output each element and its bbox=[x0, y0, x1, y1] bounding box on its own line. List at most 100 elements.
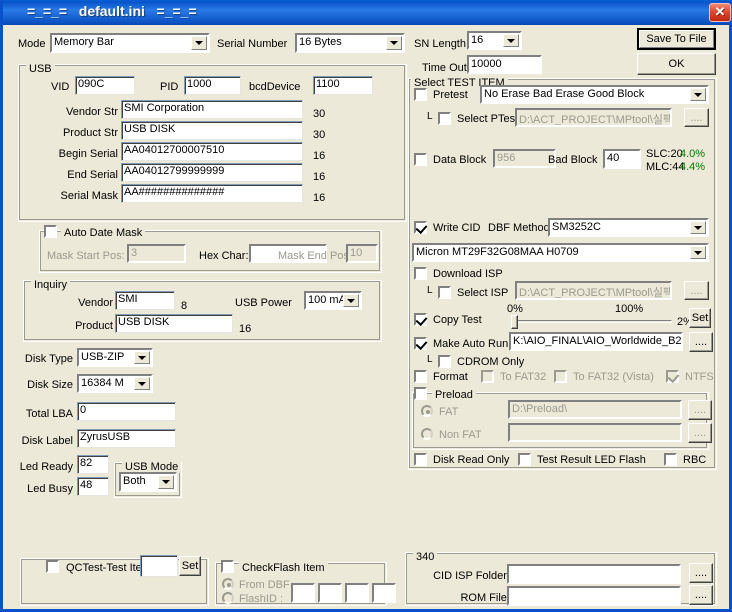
auto-date-mask-checkbox[interactable] bbox=[44, 225, 57, 238]
time-out-label: Time Out bbox=[422, 62, 467, 74]
cid340-caption: 340 bbox=[413, 552, 438, 563]
make-auto-run-path-input[interactable]: K:\AIO_FINAL\AIO_Worldwide_B20 bbox=[509, 332, 683, 351]
mask-end-pos-input[interactable]: 10 bbox=[346, 244, 378, 263]
data-block-input[interactable]: 956 bbox=[493, 149, 556, 168]
usb-mode-combobox[interactable]: Both bbox=[119, 472, 177, 492]
cid-isp-folder-browse-button[interactable]: .... bbox=[689, 563, 713, 583]
ntfs-checkbox[interactable] bbox=[666, 370, 679, 383]
chevron-down-icon[interactable] bbox=[690, 88, 706, 101]
serial-mask-input[interactable]: AA############## bbox=[121, 184, 303, 203]
cdrom-only-checkbox[interactable] bbox=[438, 355, 451, 368]
product-str-input[interactable]: USB DISK bbox=[121, 121, 303, 140]
save-to-file-button[interactable]: Save To File bbox=[637, 28, 716, 50]
preload-fat-browse-button[interactable]: .... bbox=[688, 400, 712, 420]
rbc-label: RBC bbox=[683, 454, 707, 466]
checkflash-flashid-byte-2[interactable] bbox=[345, 583, 369, 603]
ok-button[interactable]: OK bbox=[637, 53, 716, 75]
inquiry-vendor-input[interactable]: SMI bbox=[115, 291, 175, 310]
bcddevice-input[interactable]: 1100 bbox=[313, 76, 373, 95]
pretest-checkbox[interactable] bbox=[414, 88, 427, 101]
usb-power-combobox[interactable]: 100 mA bbox=[304, 291, 362, 310]
mode-combobox[interactable]: Memory Bar bbox=[50, 33, 210, 53]
flash-combobox[interactable]: Micron MT29F32G08MAA H0709 bbox=[412, 243, 709, 262]
write-cid-checkbox[interactable] bbox=[414, 221, 427, 234]
preload-fat-radio[interactable] bbox=[421, 405, 433, 417]
to-fat32-checkbox[interactable] bbox=[481, 370, 494, 383]
disk-read-only-checkbox[interactable] bbox=[414, 453, 427, 466]
vid-input[interactable]: 090C bbox=[75, 76, 135, 95]
close-button[interactable]: ✕ bbox=[709, 3, 731, 22]
preload-nonfat-path-input[interactable] bbox=[508, 423, 682, 442]
checkflash-flashid-byte-3[interactable] bbox=[372, 583, 396, 603]
copy-test-slider-track[interactable] bbox=[511, 320, 672, 323]
end-serial-input[interactable]: AA04012799999999 bbox=[121, 163, 303, 182]
bad-block-input[interactable]: 40 bbox=[603, 149, 641, 169]
download-isp-checkbox[interactable] bbox=[414, 267, 427, 280]
led-busy-input[interactable]: 48 bbox=[77, 477, 109, 496]
select-isp-path-input[interactable]: D:\ACT_PROJECT\MPtool\실팩 -2 bbox=[515, 281, 672, 300]
make-auto-run-browse-button[interactable]: .... bbox=[689, 332, 713, 352]
preload-fat-path-input[interactable]: D:\Preload\ bbox=[508, 400, 682, 419]
chevron-down-icon[interactable] bbox=[191, 36, 207, 50]
mlc-label: MLC:44 bbox=[646, 161, 685, 173]
copy-test-set-button[interactable]: Set bbox=[689, 308, 711, 328]
qctest-input[interactable] bbox=[140, 555, 178, 577]
pretest-combobox[interactable]: No Erase Bad Erase Good Block bbox=[480, 85, 709, 104]
checkflash-checkbox[interactable] bbox=[221, 560, 234, 573]
dbf-method-combobox[interactable]: SM3252C bbox=[548, 218, 709, 237]
preload-nonfat-radio[interactable] bbox=[421, 428, 433, 440]
serial-number-combobox[interactable]: 16 Bytes bbox=[295, 33, 405, 53]
data-block-checkbox[interactable] bbox=[414, 153, 427, 166]
preload-checkbox[interactable] bbox=[414, 387, 427, 400]
to-fat32-vista-checkbox[interactable] bbox=[554, 370, 567, 383]
inquiry-product-input[interactable]: USB DISK bbox=[115, 314, 233, 333]
disk-type-combobox[interactable]: USB-ZIP bbox=[77, 348, 153, 367]
led-ready-input[interactable]: 82 bbox=[77, 455, 109, 474]
make-auto-run-checkbox[interactable] bbox=[414, 337, 427, 350]
chevron-down-icon[interactable] bbox=[386, 36, 402, 50]
test-result-led-checkbox[interactable] bbox=[518, 453, 531, 466]
sn-length-label: SN Length bbox=[414, 38, 466, 50]
select-isp-checkbox[interactable] bbox=[438, 286, 451, 299]
bcddevice-label: bcdDevice bbox=[249, 81, 301, 93]
disk-size-combobox[interactable]: 16384 M bbox=[77, 374, 153, 393]
select-ptest-browse-button[interactable]: .... bbox=[684, 108, 709, 127]
select-isp-browse-button[interactable]: .... bbox=[684, 281, 709, 300]
checkflash-flashid-byte-1[interactable] bbox=[318, 583, 342, 603]
copy-test-slider-thumb[interactable] bbox=[511, 315, 518, 329]
chevron-down-icon[interactable] bbox=[343, 294, 359, 307]
sn-length-combobox[interactable]: 16 bbox=[467, 31, 522, 50]
preload-nonfat-browse-button[interactable]: .... bbox=[688, 423, 712, 443]
chevron-down-icon[interactable] bbox=[134, 377, 150, 390]
qctest-checkbox[interactable] bbox=[46, 560, 59, 573]
select-ptest-path-input[interactable]: D:\ACT_PROJECT\MPtool\실팩 bbox=[515, 108, 672, 127]
begin-serial-input[interactable]: AA04012700007510 bbox=[121, 142, 303, 161]
disk-label-input[interactable]: ZyrusUSB bbox=[77, 429, 176, 448]
select-ptest-checkbox[interactable] bbox=[438, 112, 451, 125]
checkflash-flashid-byte-0[interactable] bbox=[291, 583, 315, 603]
total-lba-input[interactable]: 0 bbox=[77, 402, 176, 421]
window-title: =_=_= default.ini =_=_= bbox=[27, 3, 197, 19]
format-checkbox[interactable] bbox=[414, 370, 427, 383]
application-window: =_=_= default.ini =_=_= ✕ Mode Memory Ba… bbox=[0, 0, 732, 612]
rom-file-label: ROM File : bbox=[460, 592, 513, 604]
qctest-set-button[interactable]: Set bbox=[179, 556, 201, 576]
rbc-checkbox[interactable] bbox=[664, 453, 677, 466]
copy-test-checkbox[interactable] bbox=[414, 313, 427, 326]
rom-file-browse-button[interactable]: .... bbox=[689, 585, 713, 605]
checkflash-from-dbf-radio[interactable] bbox=[222, 578, 234, 590]
mask-start-pos-input[interactable]: 3 bbox=[127, 244, 186, 263]
pid-input[interactable]: 1000 bbox=[184, 76, 241, 95]
checkflash-flashid-radio[interactable] bbox=[222, 592, 234, 604]
cid-isp-folder-input[interactable] bbox=[507, 564, 681, 584]
chevron-down-icon[interactable] bbox=[158, 475, 174, 489]
cdrom-only-label: CDROM Only bbox=[457, 356, 525, 368]
vendor-str-input[interactable]: SMI Corporation bbox=[121, 100, 303, 119]
chevron-down-icon[interactable] bbox=[134, 351, 150, 364]
write-cid-label: Write CID bbox=[433, 222, 481, 234]
chevron-down-icon[interactable] bbox=[690, 246, 706, 259]
time-out-input[interactable]: 10000 bbox=[467, 55, 542, 74]
chevron-down-icon[interactable] bbox=[690, 221, 706, 234]
rom-file-input[interactable] bbox=[507, 586, 681, 606]
chevron-down-icon[interactable] bbox=[503, 34, 519, 47]
